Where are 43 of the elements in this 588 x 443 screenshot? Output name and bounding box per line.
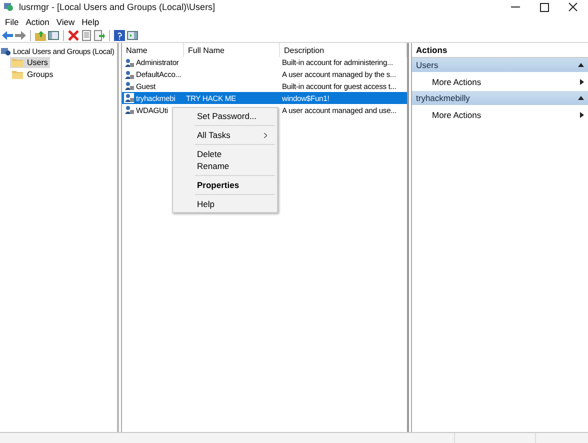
app-icon: [4, 2, 14, 12]
user-icon: [124, 70, 134, 80]
action-item[interactable]: More Actions: [412, 72, 588, 91]
user-icon: [124, 105, 134, 116]
folder-up-icon[interactable]: [35, 30, 46, 40]
column-header[interactable]: Full Name: [184, 43, 280, 57]
column-header[interactable]: Name: [122, 43, 184, 57]
action-pane-icon[interactable]: [127, 30, 138, 40]
pane-icon[interactable]: [48, 30, 59, 40]
user-icon: [124, 93, 134, 104]
user-icon: [124, 58, 134, 68]
delete-icon[interactable]: [68, 30, 79, 40]
tree-item[interactable]: Groups: [10, 69, 56, 80]
submenu-arrow-icon: [580, 112, 584, 118]
section-header[interactable]: tryhackmebilly: [412, 91, 588, 105]
folder-icon: [12, 58, 23, 67]
tree-item[interactable]: Users: [10, 57, 50, 68]
menu-item[interactable]: Help: [78, 17, 104, 27]
chevron-right-icon: [264, 132, 267, 138]
menu-item[interactable]: View: [53, 17, 79, 27]
back-arrow-icon[interactable]: [2, 30, 13, 40]
submenu-arrow-icon: [580, 78, 584, 84]
menu-item[interactable]: Help: [175, 198, 275, 210]
computer-users-icon: [1, 46, 11, 56]
menu-item[interactable]: Properties: [175, 179, 275, 191]
user-icon: [124, 81, 134, 92]
action-item[interactable]: More Actions: [412, 105, 588, 124]
collapse-icon[interactable]: [578, 63, 584, 67]
menu-item[interactable]: Action: [22, 17, 54, 27]
menu-item[interactable]: Delete: [175, 148, 275, 160]
section-header[interactable]: Users: [412, 58, 588, 72]
properties-icon[interactable]: [81, 30, 92, 40]
export-icon[interactable]: [94, 30, 105, 40]
help-icon[interactable]: [114, 30, 125, 40]
menu-item[interactable]: All Tasks: [175, 129, 275, 141]
window-title: lusrmgr - [Local Users and Groups (Local)\Users]: [19, 2, 216, 12]
folder-icon: [12, 70, 23, 79]
menu-item[interactable]: File: [2, 17, 23, 27]
collapse-icon[interactable]: [578, 96, 584, 100]
menu-item[interactable]: Rename: [175, 160, 275, 172]
forward-arrow-icon[interactable]: [15, 30, 26, 40]
column-header[interactable]: Description: [280, 43, 407, 57]
menu-item[interactable]: Set Password...: [175, 110, 275, 122]
